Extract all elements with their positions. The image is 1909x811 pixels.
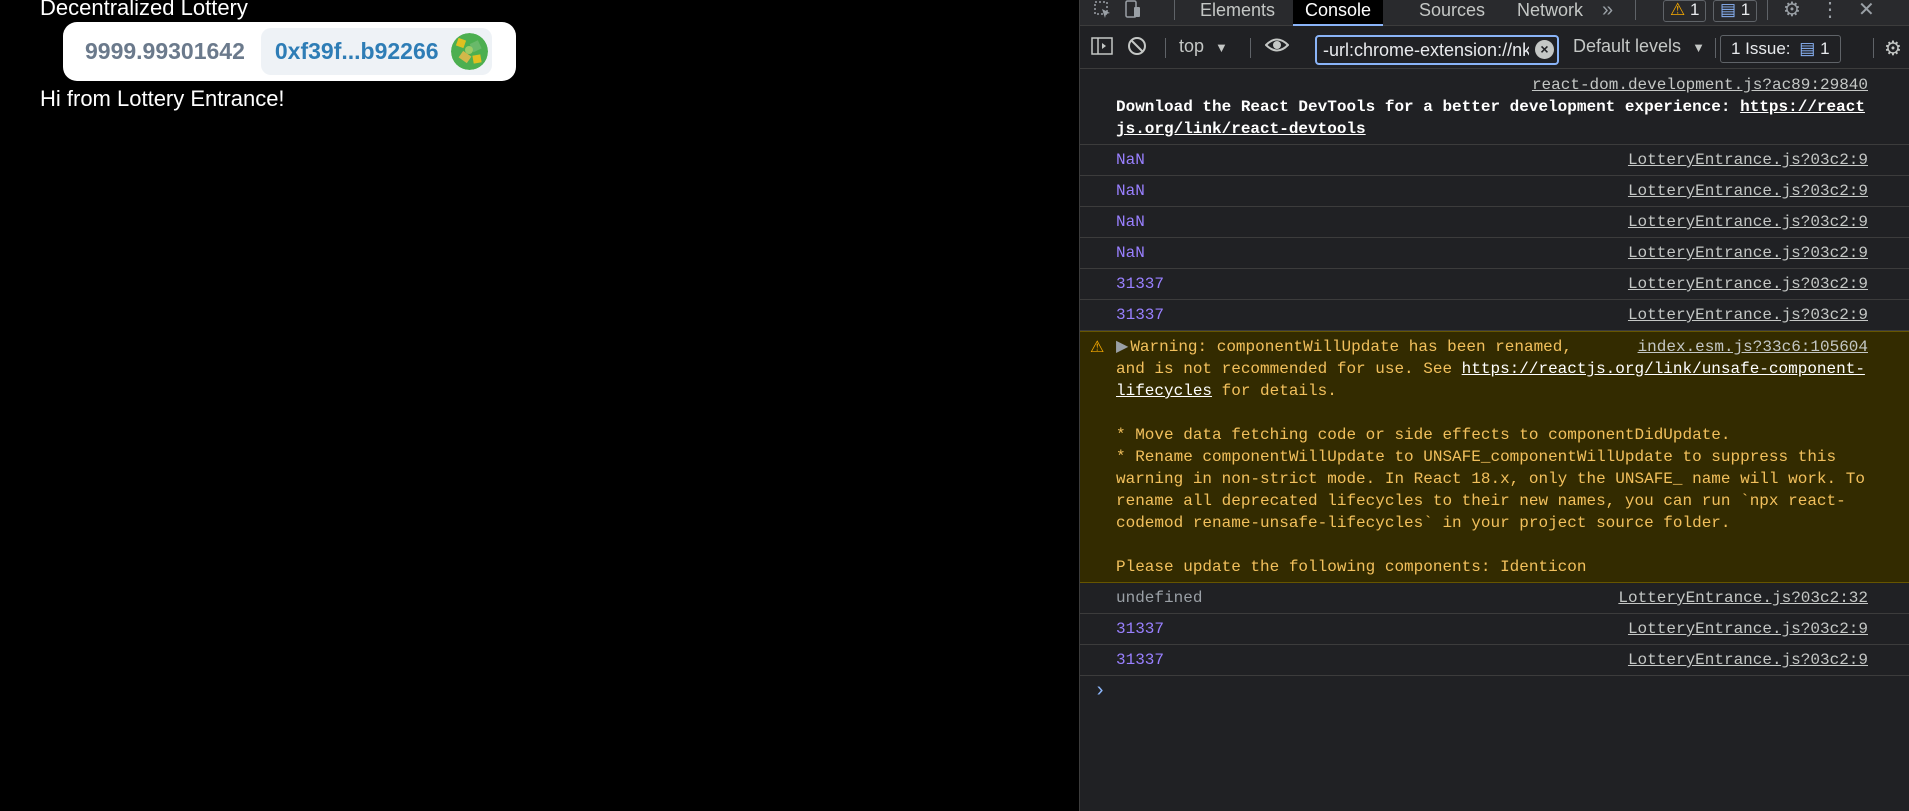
clear-filter-icon[interactable]: ×	[1535, 40, 1554, 59]
log-source-link[interactable]: LotteryEntrance.js?03c2:32	[1618, 587, 1868, 609]
identicon-avatar	[450, 33, 488, 70]
message-text: Download the React DevTools for a better…	[1116, 98, 1865, 138]
log-source-link[interactable]: LotteryEntrance.js?03c2:9	[1628, 180, 1868, 202]
tab-network[interactable]: Network	[1505, 0, 1595, 26]
toolbar-divider	[1635, 0, 1636, 20]
warnings-badge[interactable]: ⚠ 1	[1663, 0, 1707, 22]
chevron-down-icon: ▼	[1692, 40, 1705, 55]
console-log-row: NaN LotteryEntrance.js?03c2:9	[1080, 207, 1909, 238]
eye-icon[interactable]	[1264, 34, 1290, 61]
page-title: Decentralized Lottery	[40, 0, 248, 20]
messages-count: 1	[1740, 0, 1751, 19]
log-value: NaN	[1116, 182, 1145, 200]
log-source-link[interactable]: LotteryEntrance.js?03c2:9	[1628, 242, 1868, 264]
messages-badge[interactable]: ▤ 1	[1713, 0, 1758, 22]
context-label: top	[1179, 36, 1205, 56]
message-icon: ▤	[1720, 0, 1737, 19]
warning-icon: ⚠	[1090, 339, 1105, 357]
issues-label: 1 Issue:	[1731, 39, 1791, 58]
wallet-balance: 9999.99301642	[85, 38, 245, 64]
warning-body: * Move data fetching code or side effect…	[1116, 426, 1865, 576]
info-text: Download the React DevTools for a better…	[1116, 98, 1741, 116]
log-value: 31337	[1116, 275, 1165, 293]
message-source-link[interactable]: index.esm.js?33c6:105604	[1638, 336, 1868, 358]
console-message-warning: ⚠ index.esm.js?33c6:105604 ▶ Warning: com…	[1080, 331, 1909, 583]
double-chevron-right-icon[interactable]: »	[1602, 0, 1613, 22]
devtools-panel: Elements Console Sources Network » ⚠ 1 ▤…	[1079, 0, 1909, 811]
device-toolbar-icon[interactable]	[1122, 0, 1142, 22]
console-log-row: 31337 LotteryEntrance.js?03c2:9	[1080, 614, 1909, 645]
tab-sources[interactable]: Sources	[1407, 0, 1497, 26]
devtools-tabbar: Elements Console Sources Network » ⚠ 1 ▤…	[1080, 0, 1909, 26]
toolbar-divider	[1174, 0, 1175, 20]
close-icon[interactable]: ✕	[1858, 0, 1875, 22]
console-filter-input[interactable]	[1315, 35, 1559, 65]
log-source-link[interactable]: LotteryEntrance.js?03c2:9	[1628, 649, 1868, 671]
log-value: 31337	[1116, 651, 1165, 669]
console-settings-gear-icon[interactable]: ⚙	[1884, 36, 1902, 61]
wallet-address: 0xf39f...b92266	[274, 38, 439, 64]
toolbar-divider	[1715, 38, 1716, 58]
kebab-menu-icon[interactable]: ⋮	[1820, 0, 1840, 22]
sidebar-toggle-icon[interactable]	[1091, 36, 1113, 61]
log-value: undefined	[1116, 589, 1203, 607]
log-value: NaN	[1116, 213, 1145, 231]
inspect-element-icon[interactable]	[1093, 0, 1113, 22]
log-value: NaN	[1116, 244, 1145, 262]
toolbar-divider	[1165, 38, 1166, 58]
warnings-count: 1	[1689, 0, 1700, 19]
console-log-row: NaN LotteryEntrance.js?03c2:9	[1080, 176, 1909, 207]
issues-count: 1	[1820, 39, 1830, 58]
warning-line-2: and is not recommended for use. See	[1116, 360, 1462, 378]
clear-console-icon[interactable]	[1127, 36, 1147, 61]
warning-text: ▶ Warning: componentWillUpdate has been r…	[1116, 336, 1868, 578]
wallet-connect-button[interactable]: 9999.99301642 0xf39f...b92266	[63, 22, 516, 81]
log-source-link[interactable]: LotteryEntrance.js?03c2:9	[1628, 273, 1868, 295]
console-log-row: NaN LotteryEntrance.js?03c2:9	[1080, 145, 1909, 176]
log-value: 31337	[1116, 620, 1165, 638]
tab-console[interactable]: Console	[1293, 0, 1384, 26]
gear-icon[interactable]: ⚙	[1783, 0, 1801, 22]
console-prompt-chevron-icon[interactable]: ›	[1094, 680, 1106, 703]
warning-icon: ⚠	[1670, 0, 1686, 19]
console-output: react-dom.development.js?ac89:29840 Down…	[1080, 70, 1909, 706]
expand-triangle-icon[interactable]: ▶	[1116, 338, 1128, 356]
toolbar-divider	[1250, 38, 1251, 58]
greeting-text: Hi from Lottery Entrance!	[40, 86, 285, 111]
wallet-account[interactable]: 0xf39f...b92266	[260, 28, 492, 75]
console-log-row: 31337 LotteryEntrance.js?03c2:9	[1080, 300, 1909, 331]
log-levels-dropdown[interactable]: Default levels ▼	[1573, 36, 1705, 57]
toolbar-divider	[1873, 38, 1874, 58]
console-log-row: undefined LotteryEntrance.js?03c2:32	[1080, 583, 1909, 614]
console-log-row: 31337 LotteryEntrance.js?03c2:9	[1080, 269, 1909, 300]
issue-message-icon: ▤	[1799, 39, 1816, 58]
tab-elements[interactable]: Elements	[1188, 0, 1287, 26]
console-log-row: 31337 LotteryEntrance.js?03c2:9	[1080, 645, 1909, 676]
warning-line-1: Warning: componentWillUpdate has been re…	[1130, 338, 1572, 356]
issues-button[interactable]: 1 Issue: ▤ 1	[1720, 35, 1841, 63]
context-selector[interactable]: top ▼	[1179, 36, 1228, 57]
log-value: NaN	[1116, 151, 1145, 169]
log-source-link[interactable]: LotteryEntrance.js?03c2:9	[1628, 618, 1868, 640]
log-levels-label: Default levels	[1573, 36, 1682, 56]
console-message-info: react-dom.development.js?ac89:29840 Down…	[1080, 70, 1909, 145]
log-source-link[interactable]: LotteryEntrance.js?03c2:9	[1628, 211, 1868, 233]
warning-line-3: for details.	[1212, 382, 1337, 400]
log-value: 31337	[1116, 306, 1165, 324]
message-source-link[interactable]: react-dom.development.js?ac89:29840	[1532, 74, 1868, 96]
log-source-link[interactable]: LotteryEntrance.js?03c2:9	[1628, 149, 1868, 171]
page-viewport: Decentralized Lottery 9999.99301642 0xf3…	[0, 0, 1079, 811]
chevron-down-icon: ▼	[1215, 40, 1228, 55]
log-source-link[interactable]: LotteryEntrance.js?03c2:9	[1628, 304, 1868, 326]
console-log-row: NaN LotteryEntrance.js?03c2:9	[1080, 238, 1909, 269]
toolbar-divider	[1767, 0, 1768, 20]
